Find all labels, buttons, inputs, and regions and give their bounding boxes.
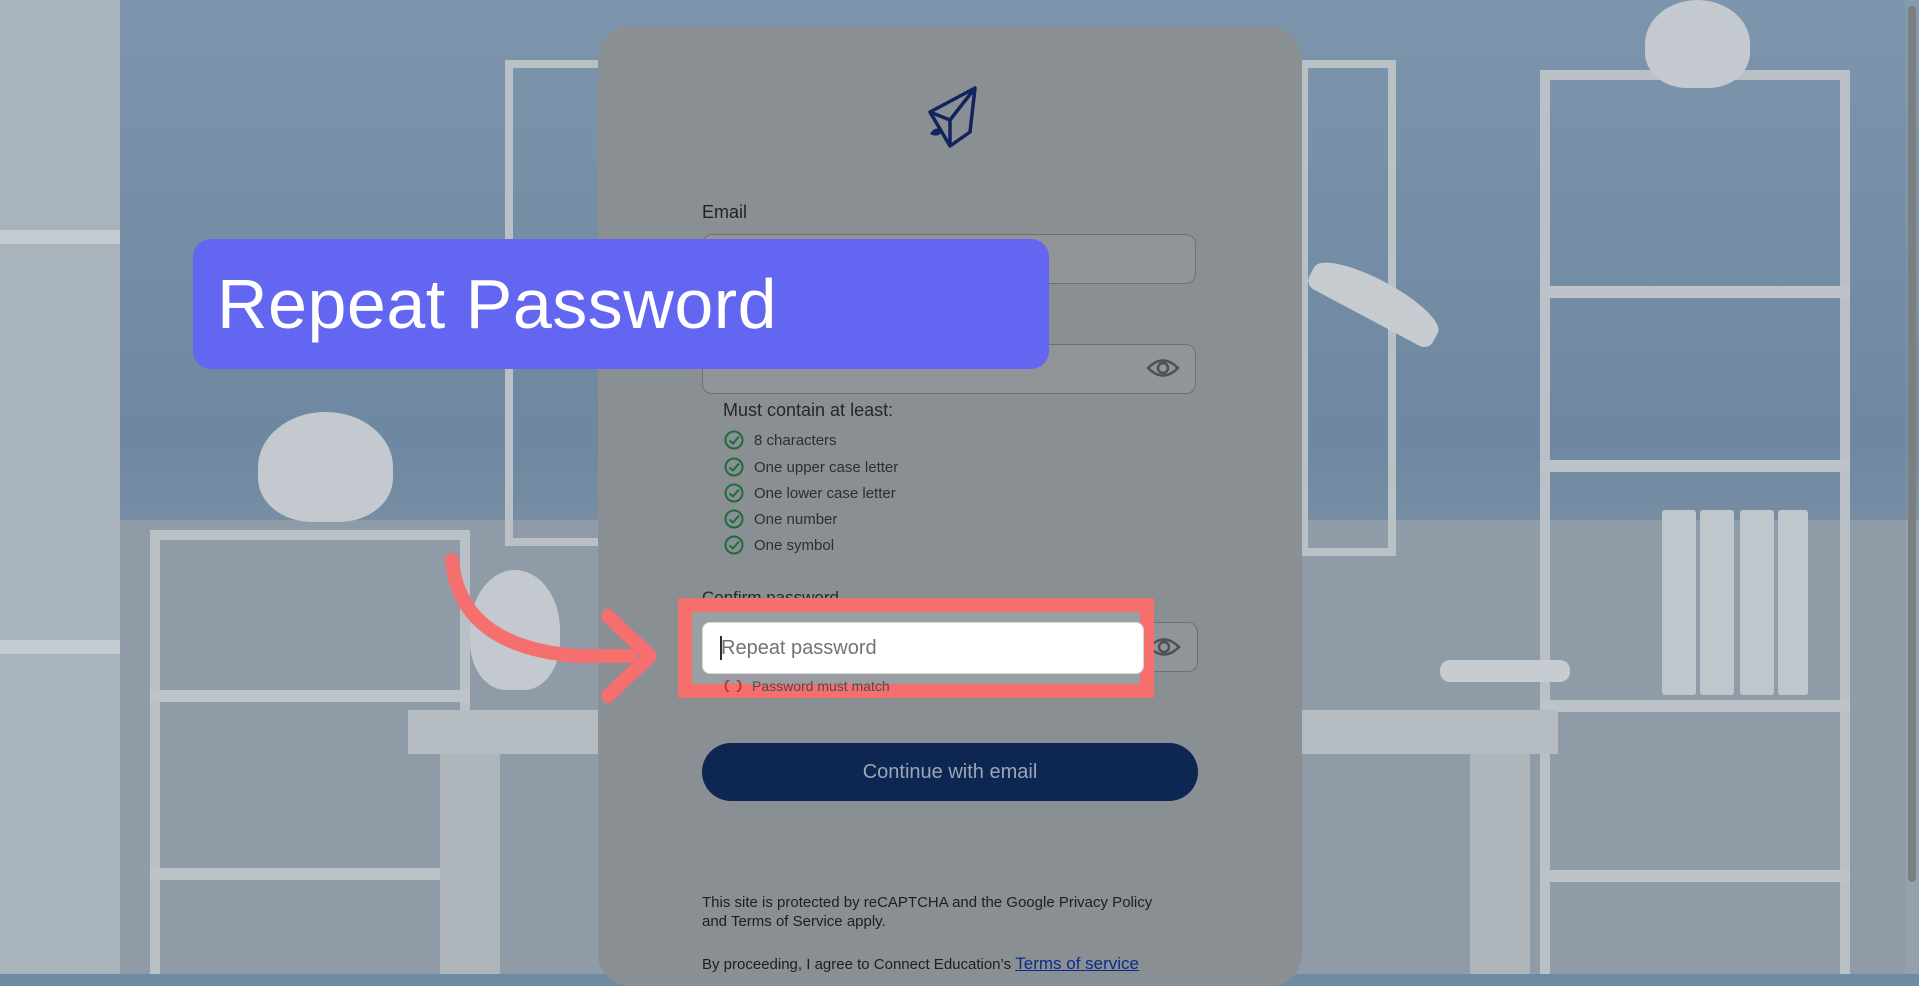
error-circle-icon xyxy=(724,680,742,692)
rule-label: 8 characters xyxy=(754,431,837,449)
rule-item: 8 characters xyxy=(724,430,837,450)
desk-leg xyxy=(440,754,500,974)
tutorial-banner: Repeat Password xyxy=(193,239,1049,369)
rule-label: One number xyxy=(754,510,838,528)
recaptcha-text: This site is protected by reCAPTCHA and … xyxy=(702,894,1055,911)
book xyxy=(1662,510,1696,695)
rule-label: One symbol xyxy=(754,536,835,554)
error-text: Password must match xyxy=(752,680,890,692)
shelf-board xyxy=(150,690,470,702)
apply-text: apply. xyxy=(846,913,886,930)
shelf-board xyxy=(1540,460,1850,472)
window xyxy=(0,0,120,974)
check-circle-icon xyxy=(724,483,744,503)
check-circle-icon xyxy=(724,457,744,477)
agreement-line: By proceeding, I agree to Connect Educat… xyxy=(702,954,1139,974)
rule-item: One lower case letter xyxy=(724,483,896,503)
window-bar xyxy=(0,230,120,244)
password-rules-title: Must contain at least: xyxy=(723,400,894,420)
recaptcha-notice: This site is protected by reCAPTCHA and … xyxy=(702,894,1152,911)
terms-of-service-link[interactable]: Terms of service xyxy=(1015,954,1139,973)
repeat-password-input[interactable] xyxy=(702,622,1144,674)
shelf-board xyxy=(1540,700,1850,712)
agree-text: By proceeding, I agree to Connect Educat… xyxy=(702,956,1012,973)
privacy-policy-link[interactable]: Privacy Policy xyxy=(1059,894,1152,911)
lamp-base xyxy=(1440,660,1570,682)
confirm-password-label: Confirm password xyxy=(702,588,839,598)
terms-link[interactable]: Terms of Service xyxy=(731,913,843,930)
desk-leg xyxy=(1470,754,1530,974)
and-text: and xyxy=(702,913,728,930)
book xyxy=(1700,510,1734,695)
banner-title: Repeat Password xyxy=(217,265,778,343)
rule-item: One symbol xyxy=(724,535,834,555)
rule-label: One lower case letter xyxy=(754,484,896,502)
scrollbar-thumb[interactable] xyxy=(1908,6,1916,882)
email-label: Email xyxy=(702,202,748,222)
text-caret xyxy=(720,636,722,660)
book xyxy=(1740,510,1774,695)
shelf-board xyxy=(1540,286,1850,298)
recaptcha-notice-line2: and Terms of Service apply. xyxy=(702,913,886,930)
logo-icon xyxy=(928,86,977,148)
rule-label: One upper case letter xyxy=(754,458,899,476)
window-bar xyxy=(0,640,120,654)
signup-card xyxy=(598,26,1302,986)
rule-item: One upper case letter xyxy=(724,457,898,477)
password-match-error: Password must match xyxy=(724,680,890,692)
vase xyxy=(258,412,393,522)
vase xyxy=(1645,0,1750,88)
eye-icon[interactable] xyxy=(1145,353,1181,383)
book xyxy=(1778,510,1808,695)
check-circle-icon xyxy=(724,535,744,555)
check-circle-icon xyxy=(724,509,744,529)
rule-item: One number xyxy=(724,509,837,529)
shelf-board xyxy=(150,868,470,880)
continue-with-email-button[interactable]: Continue with email xyxy=(702,743,1198,801)
shelf-board xyxy=(1540,870,1850,882)
check-circle-icon xyxy=(724,430,744,450)
arrow-icon xyxy=(445,553,657,703)
